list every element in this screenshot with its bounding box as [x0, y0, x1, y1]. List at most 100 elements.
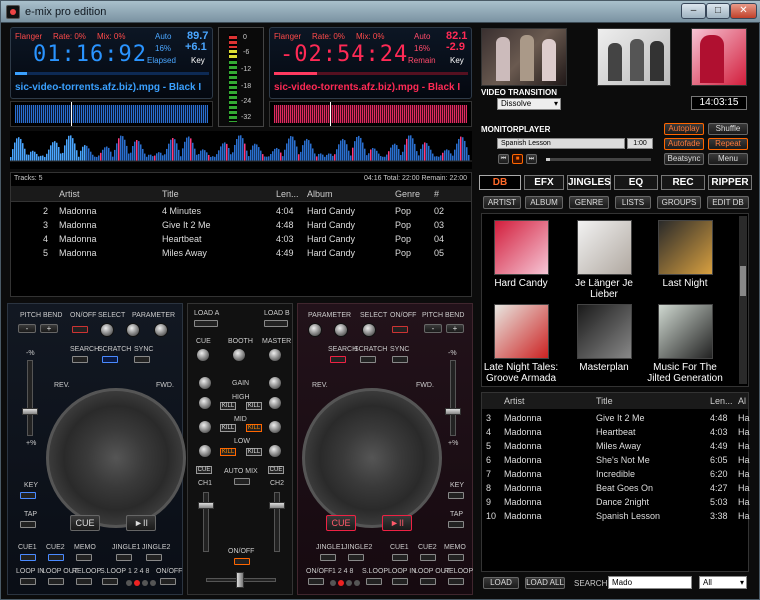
- cue1-button[interactable]: [392, 554, 408, 561]
- monitor-next-button[interactable]: ⏭: [526, 154, 537, 164]
- crossfader-handle[interactable]: [236, 572, 244, 588]
- loop-led-8[interactable]: [354, 580, 360, 586]
- tap-button[interactable]: [448, 521, 464, 528]
- list-item[interactable]: 10 Madonna Spanish Lesson 3:38 Ha: [482, 509, 750, 523]
- loop-onoff-button[interactable]: [308, 578, 324, 585]
- loop-out-button[interactable]: [420, 578, 436, 585]
- loop-led-2[interactable]: [134, 580, 140, 586]
- kill-low-a-button[interactable]: KILL: [220, 448, 236, 456]
- loop-in-button[interactable]: [392, 578, 408, 585]
- search-button[interactable]: [72, 356, 88, 363]
- jingle1-button[interactable]: [320, 554, 336, 561]
- autoplay-button[interactable]: Autoplay: [664, 123, 704, 135]
- filter-select[interactable]: All ▾: [699, 576, 747, 589]
- cue2-button[interactable]: [420, 554, 436, 561]
- play-pause-button[interactable]: ►II: [126, 515, 156, 531]
- album-cover[interactable]: [577, 304, 632, 359]
- ch2-fader-track[interactable]: [274, 492, 280, 552]
- key-button[interactable]: [20, 492, 36, 499]
- loop-led-2[interactable]: [338, 580, 344, 586]
- reloop-button[interactable]: [76, 578, 92, 585]
- tab-jingles[interactable]: JINGLES: [567, 175, 611, 190]
- album-title[interactable]: Last Night: [644, 278, 726, 289]
- tab-ripper[interactable]: RIPPER: [708, 175, 752, 190]
- low-a-knob[interactable]: [198, 444, 212, 458]
- pitch-fader-handle[interactable]: [445, 408, 461, 415]
- col-album[interactable]: Album: [307, 189, 333, 199]
- col-artist[interactable]: Artist: [59, 189, 80, 199]
- loop-led-1[interactable]: [330, 580, 336, 586]
- pitch-bend-minus-button[interactable]: -: [424, 324, 442, 333]
- col-title[interactable]: Title: [596, 396, 613, 406]
- cue1-button[interactable]: [20, 554, 36, 561]
- booth-knob[interactable]: [232, 348, 246, 362]
- list-item[interactable]: 7 Madonna Incredible 6:20 Ha: [482, 467, 750, 481]
- db-button-album[interactable]: ALBUM: [525, 196, 563, 209]
- album-title[interactable]: Hard Candy: [480, 278, 562, 289]
- load-a-button[interactable]: [194, 320, 218, 327]
- kill-mid-a-button[interactable]: KILL: [220, 424, 236, 432]
- cue-button[interactable]: CUE: [70, 515, 100, 531]
- col-length[interactable]: Len...: [710, 396, 733, 406]
- ch1-fader-track[interactable]: [203, 492, 209, 552]
- sloop-button[interactable]: [102, 578, 118, 585]
- list-item[interactable]: 9 Madonna Dance 2night 5:03 Ha: [482, 495, 750, 509]
- db-button-genre[interactable]: GENRE: [569, 196, 609, 209]
- tab-eq[interactable]: EQ: [614, 175, 658, 190]
- repeat-button[interactable]: Repeat: [708, 138, 748, 150]
- album-cover[interactable]: [658, 220, 713, 275]
- fx-onoff-button[interactable]: [392, 326, 408, 333]
- monitor-stop-button[interactable]: ■: [512, 154, 523, 164]
- db-button-lists[interactable]: LISTS: [615, 196, 651, 209]
- col-length[interactable]: Len...: [276, 189, 299, 199]
- high-a-knob[interactable]: [198, 396, 212, 410]
- mid-a-knob[interactable]: [198, 420, 212, 434]
- jingle2-button[interactable]: [348, 554, 364, 561]
- mid-b-knob[interactable]: [268, 420, 282, 434]
- db-button-edit-db[interactable]: EDIT DB: [707, 196, 749, 209]
- tab-rec[interactable]: REC: [661, 175, 705, 190]
- list-item[interactable]: 8 Madonna Beat Goes On 4:27 Ha: [482, 481, 750, 495]
- key-button[interactable]: [448, 492, 464, 499]
- parameter-knob-1[interactable]: [308, 323, 322, 337]
- menu-button[interactable]: Menu: [708, 153, 748, 165]
- crossfader-onoff-button[interactable]: [234, 558, 250, 565]
- cue-knob[interactable]: [196, 348, 210, 362]
- sync-button[interactable]: [392, 356, 408, 363]
- col-title[interactable]: Title: [162, 189, 179, 199]
- scratch-button[interactable]: [360, 356, 376, 363]
- table-row[interactable]: 2 Madonna 4 Minutes 4:04 Hard Candy Pop 02: [11, 204, 471, 218]
- deck-b-progress[interactable]: [274, 72, 468, 75]
- pitch-bend-minus-button[interactable]: -: [18, 324, 36, 333]
- overview-waveform[interactable]: [10, 131, 472, 169]
- pitch-fader-track[interactable]: [450, 360, 456, 436]
- db-button-artist[interactable]: ARTIST: [483, 196, 521, 209]
- album-title[interactable]: Late Night Tales: Groove Armada: [480, 362, 562, 384]
- transition-select[interactable]: Dissolve ▾: [497, 98, 561, 110]
- list-item[interactable]: 3 Madonna Give It 2 Me 4:48 Ha: [482, 411, 750, 425]
- col-genre[interactable]: Genre: [395, 189, 420, 199]
- search-button[interactable]: [330, 356, 346, 363]
- kill-high-b-button[interactable]: KILL: [246, 402, 262, 410]
- list-item[interactable]: 6 Madonna She's Not Me 6:05 Ha: [482, 453, 750, 467]
- cue-a-button[interactable]: CUE: [196, 466, 212, 474]
- table-row[interactable]: 4 Madonna Heartbeat 4:03 Hard Candy Pop 04: [11, 232, 471, 246]
- album-title[interactable]: Music For The Jilted Generation: [644, 362, 726, 384]
- tab-db[interactable]: DB: [479, 175, 521, 190]
- pitch-fader-track[interactable]: [27, 360, 33, 436]
- load-all-button[interactable]: LOAD ALL: [525, 577, 565, 589]
- play-pause-button[interactable]: ►II: [382, 515, 412, 531]
- sloop-button[interactable]: [366, 578, 382, 585]
- parameter-knob-2[interactable]: [334, 323, 348, 337]
- deck-a-progress[interactable]: [15, 72, 209, 75]
- search-input[interactable]: Mado: [608, 576, 692, 589]
- deck-b-auto[interactable]: Auto: [414, 32, 430, 41]
- album-cover[interactable]: [494, 304, 549, 359]
- cue-b-button[interactable]: CUE: [268, 466, 284, 474]
- loop-led-4[interactable]: [346, 580, 352, 586]
- gain-a-knob[interactable]: [198, 376, 212, 390]
- low-b-knob[interactable]: [268, 444, 282, 458]
- deck-a-waveform[interactable]: [10, 101, 213, 127]
- memo-button[interactable]: [76, 554, 92, 561]
- gain-b-knob[interactable]: [268, 376, 282, 390]
